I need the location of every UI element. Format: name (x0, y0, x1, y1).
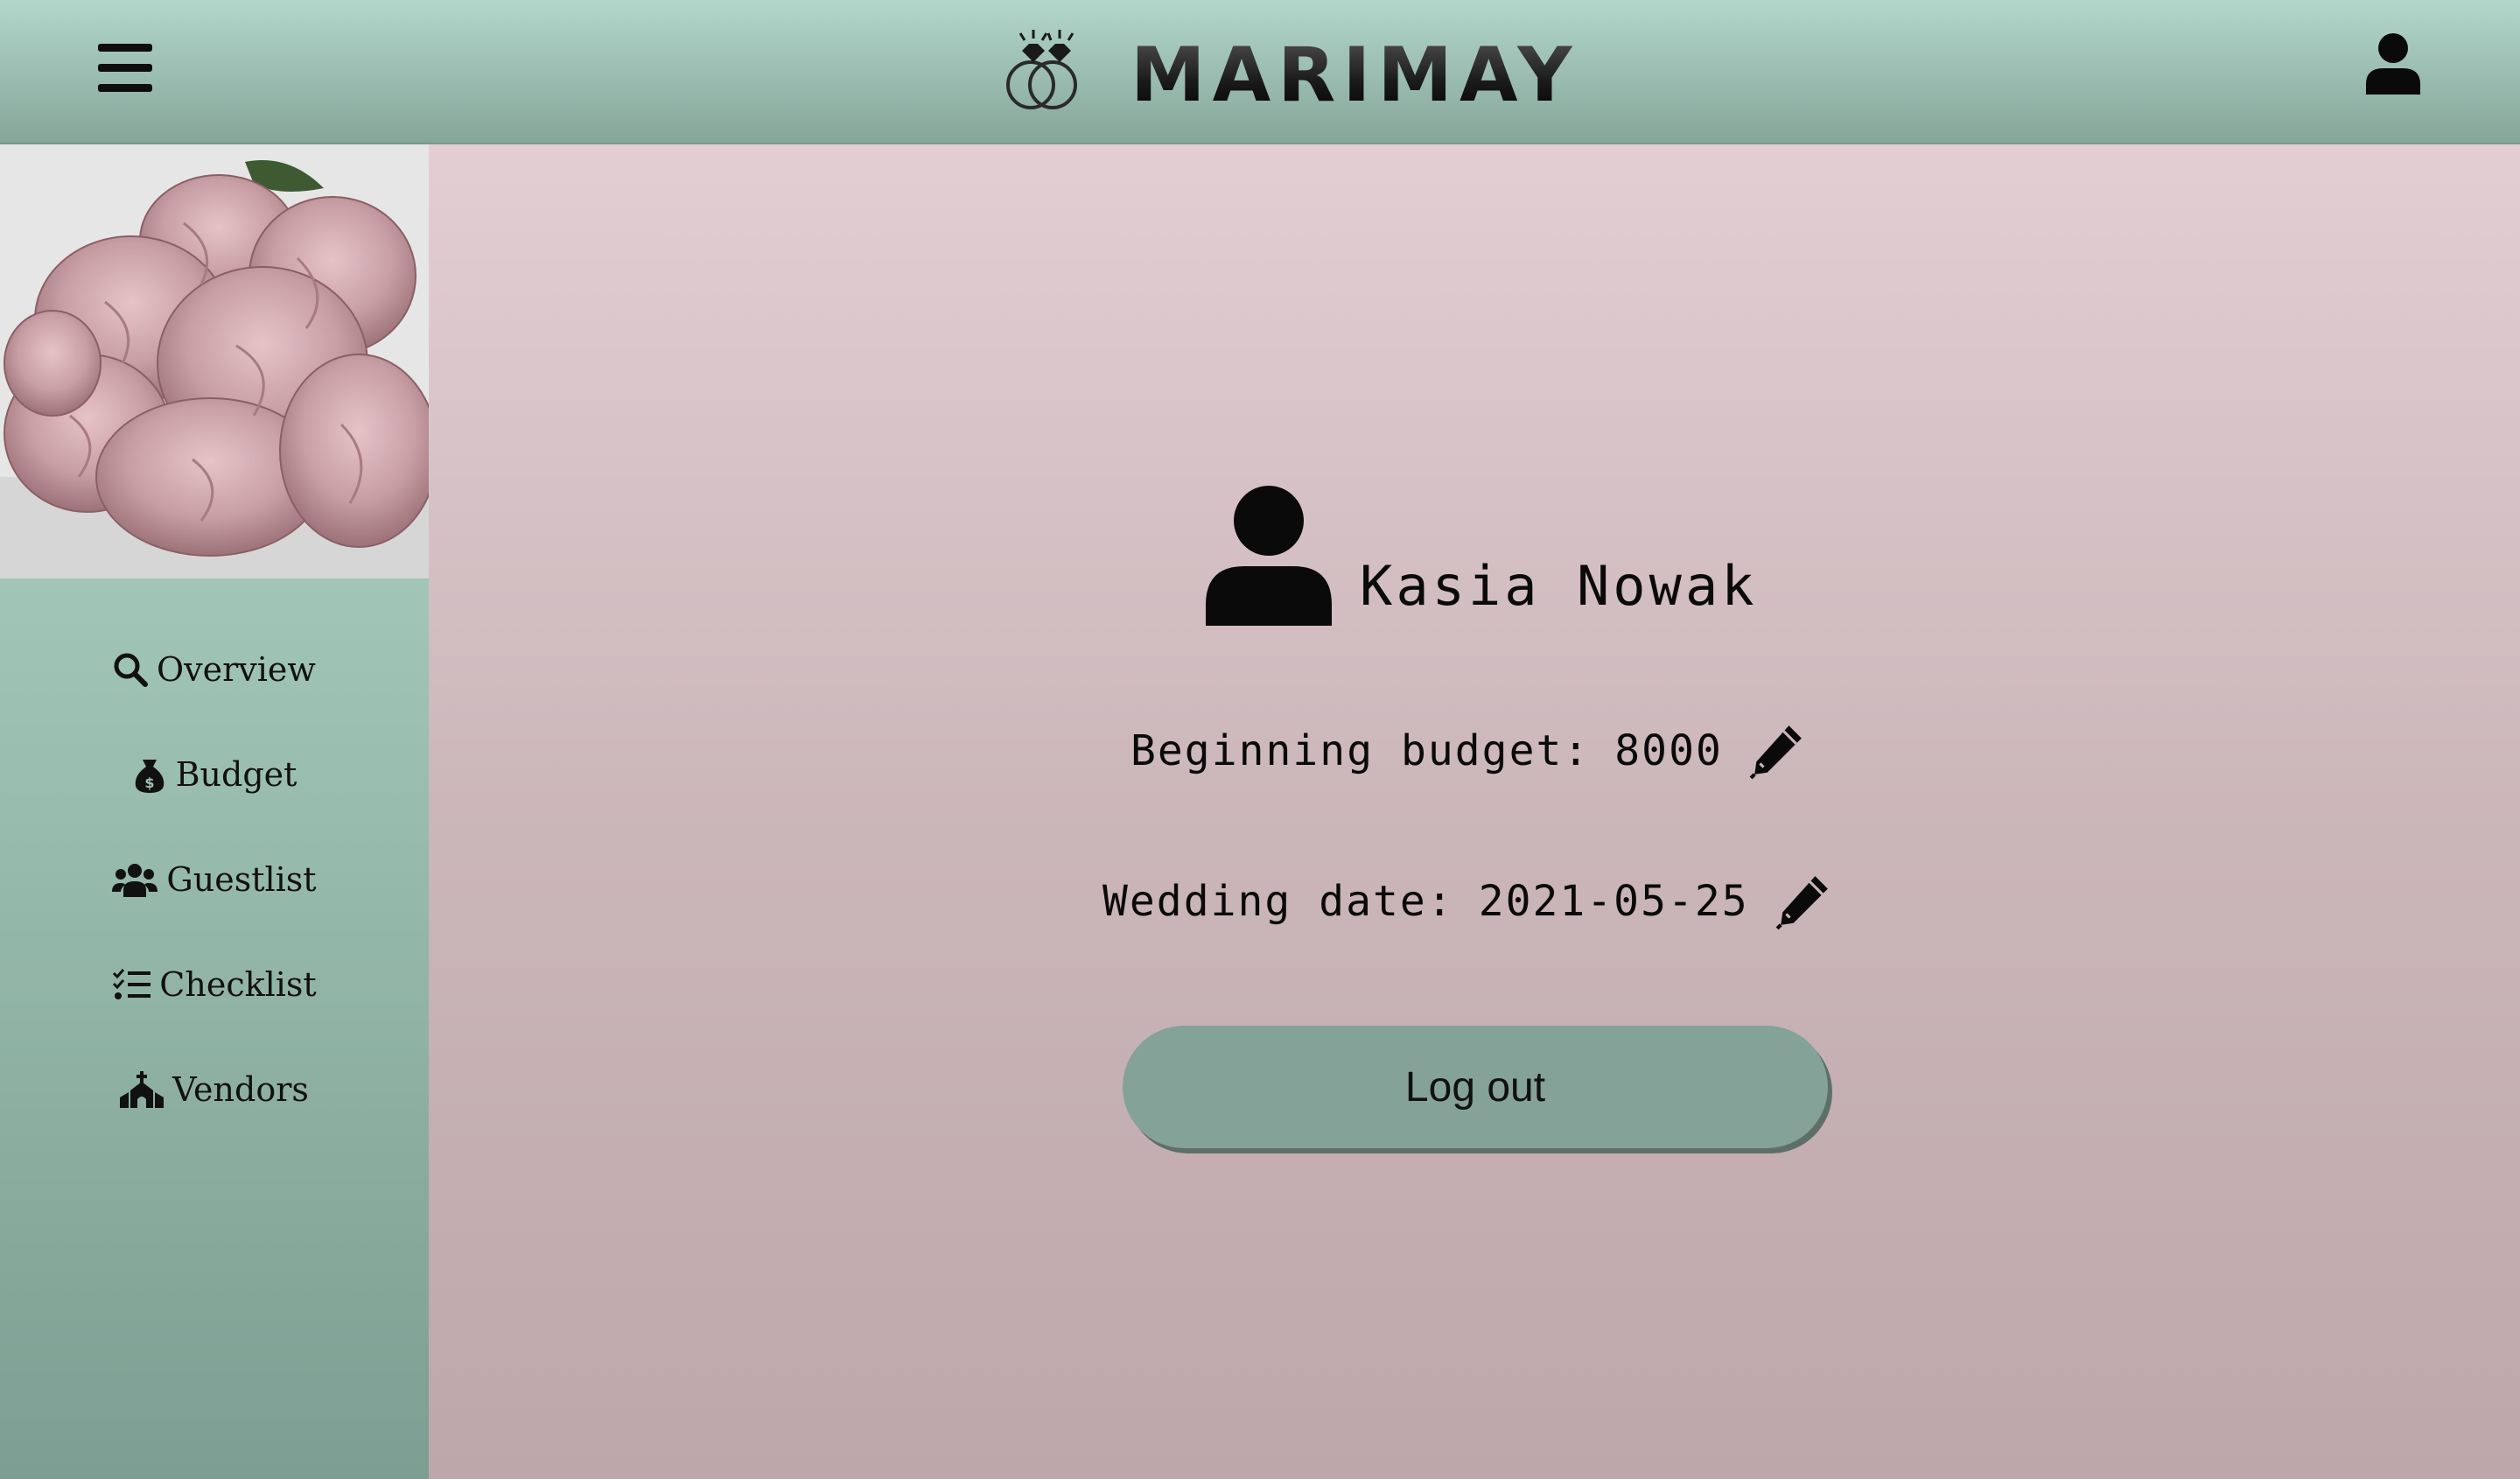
hamburger-menu-icon[interactable] (98, 44, 152, 93)
users-icon (112, 864, 158, 897)
church-icon (120, 1071, 164, 1108)
budget-label: Beginning budget: (1130, 726, 1591, 775)
sidebar: Overview $ Budget Guestlist Checklist Ve… (0, 144, 429, 1479)
rings-icon (1006, 30, 1077, 109)
brand-name: MARIMAY (1130, 32, 1579, 119)
flower-bouquet-icon (0, 144, 429, 578)
sidebar-item-label: Guestlist (166, 860, 317, 899)
budget-value: 8000 (1614, 726, 1723, 775)
sidebar-item-label: Checklist (159, 965, 317, 1004)
wedding-date-label: Wedding date: (1102, 877, 1454, 926)
profile-name: Kasia Nowak (1360, 554, 1758, 618)
wedding-date-row: Wedding date: 2021-05-25 (1102, 873, 1831, 930)
sidebar-item-checklist[interactable]: Checklist (0, 950, 429, 1020)
sidebar-item-guestlist[interactable]: Guestlist (0, 845, 429, 915)
brand-logo[interactable]: MARIMAY (1003, 23, 1572, 119)
user-icon[interactable] (2366, 33, 2420, 95)
sidebar-item-label: Vendors (172, 1070, 309, 1109)
search-icon (114, 653, 149, 687)
profile-panel: Kasia Nowak Beginning budget: 8000 Weddi… (429, 144, 2520, 1479)
top-bar: MARIMAY (0, 0, 2520, 144)
svg-text:$: $ (144, 775, 154, 791)
checklist-icon (113, 969, 151, 999)
edit-budget-pencil-icon[interactable] (1747, 722, 1805, 780)
sidebar-item-label: Overview (157, 650, 316, 689)
edit-date-pencil-icon[interactable] (1774, 873, 1831, 930)
wedding-date-value: 2021-05-25 (1478, 877, 1749, 926)
logout-button[interactable]: Log out (1123, 1026, 1828, 1148)
sidebar-item-budget[interactable]: $ Budget (0, 740, 429, 810)
money-bag-icon: $ (135, 760, 164, 793)
sidebar-item-overview[interactable]: Overview (0, 634, 429, 704)
sidebar-item-vendors[interactable]: Vendors (0, 1055, 429, 1125)
profile-avatar-icon (1206, 486, 1332, 626)
beginning-budget-row: Beginning budget: 8000 (1130, 722, 1805, 780)
sidebar-item-label: Budget (175, 755, 298, 794)
